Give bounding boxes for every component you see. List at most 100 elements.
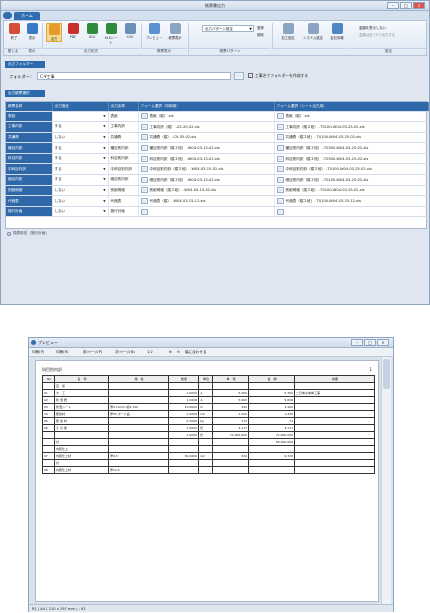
sheet-form-select[interactable]: … 細目別内訳（縦２段） -T0100-W04-03-25-02.xls	[274, 174, 429, 186]
print-form-select[interactable]: … 工事内訳（縦） -02-20-02.xls	[138, 121, 275, 133]
chevron-down-icon[interactable]: ▼	[103, 114, 105, 118]
scroll-thumb[interactable]	[383, 359, 390, 389]
browse-form-button[interactable]: …	[140, 134, 148, 141]
maximize-button[interactable]: □	[400, 2, 412, 9]
print-form-select[interactable]: … 表紙（縦）.xls	[138, 111, 275, 123]
output-name-field[interactable]: 工事内訳	[108, 121, 139, 133]
browse-form-button[interactable]: …	[276, 113, 284, 120]
print-form-select[interactable]: … 別紙明細（縦２段） -W04-03-15-02.xls	[138, 185, 275, 197]
sheet-form-select[interactable]: … 種目別内訳（縦２段） -T0300-W04-03-25-02.xls	[274, 142, 429, 154]
sheet-form-select[interactable]: … 表紙（縦）.xls	[274, 111, 429, 123]
browse-form-button[interactable]: …	[276, 208, 284, 215]
xls-button[interactable]: XLS	[84, 23, 100, 39]
output-spec-select[interactable]: する ▼	[52, 121, 109, 133]
print-form-select[interactable]: … 科目別内訳（縦２段） -W04-03-15-02.xls	[138, 153, 275, 165]
pattern-delete-button[interactable]: 削除	[257, 32, 264, 37]
xls-sheet-button[interactable]: XLSシート	[103, 23, 119, 45]
table-row[interactable]: 代価表 しない ▼ 代価表… 代価表（縦） -W04-03-15-12.xls… 代価表（…	[6, 195, 429, 207]
preview-button[interactable]: プレビュー	[144, 23, 164, 40]
print-form-select[interactable]: …	[138, 206, 275, 218]
zero-amount-option[interactable]: 金額は全て0で出力する	[359, 32, 395, 37]
chevron-down-icon[interactable]: ▼	[103, 177, 105, 181]
browse-form-button[interactable]: …	[140, 208, 148, 215]
system-settings-button[interactable]: システム設定	[300, 23, 326, 40]
exit-button[interactable]: 終了	[6, 23, 22, 40]
sheet-form-select[interactable]: … 代価表（縦２段） -T0100-W04-03-25-12.xls	[274, 195, 429, 207]
fit-width-select[interactable]: 幅に合わせる	[185, 350, 207, 355]
vertical-scrollbar[interactable]	[381, 357, 391, 605]
output-spec-select[interactable]: ▼	[52, 111, 109, 123]
view-button[interactable]: 表示	[24, 23, 40, 40]
minimize-button[interactable]: –	[387, 2, 399, 9]
table-row[interactable]: 共通費 しない ▼ 共通費… 共通費（縦） -C9-35-02.xls… 共通費（縦２段）…	[6, 132, 429, 144]
sheet-form-select[interactable]: … 中科目別内訳（縦２段） -T0100-W04-03-25-02.xls	[274, 163, 429, 176]
folder-input[interactable]: C:¥工事	[37, 72, 231, 80]
table-row[interactable]: 施行計画 しない ▼ 施行計画……	[6, 206, 429, 218]
browse-form-button[interactable]: …	[140, 155, 148, 162]
chevron-down-icon[interactable]: ▼	[103, 199, 105, 203]
table-row[interactable]: 科目内訳 する ▼ 科目別内訳… 科目別内訳（縦２段） -W04-03-15-02.xl…	[6, 153, 429, 165]
output-name-field[interactable]: 代価表	[108, 195, 139, 207]
zoom-in-icon[interactable]: ⊕	[169, 350, 172, 354]
browse-form-button[interactable]: …	[276, 187, 284, 194]
output-spec-select[interactable]: しない ▼	[52, 206, 109, 218]
browse-form-button[interactable]: …	[140, 123, 148, 130]
prev-page-button[interactable]: 前ページ(P)	[83, 350, 102, 355]
print-form-select[interactable]: … 細目別内訳（縦２段） -W04-03-15-02.xls	[138, 174, 275, 186]
table-row[interactable]: 種目内訳 する ▼ 種目別内訳… 種目別内訳（縦２段） -W04-03-15-02.xl…	[6, 142, 429, 154]
browse-form-button[interactable]: …	[140, 198, 148, 205]
browse-form-button[interactable]: …	[140, 113, 148, 120]
print-form-select[interactable]: … 中科目別内訳（縦２段） -W04-03-15-02.xls	[138, 163, 275, 176]
output-name-field[interactable]: 共通費	[108, 132, 139, 144]
browse-form-button[interactable]: …	[276, 198, 284, 205]
hide-amount-option[interactable]: 金額を表示しない	[359, 25, 386, 30]
output-spec-select[interactable]: する ▼	[52, 174, 109, 186]
chevron-down-icon[interactable]: ▼	[103, 156, 105, 160]
sheet-form-select[interactable]: … 工事内訳（縦２段） -T0100-W04-03-25-02.xls	[274, 121, 429, 133]
table-row[interactable]: 中科目内訳 する ▼ 中科目別内訳… 中科目別内訳（縦２段） -W04-03-15-02…	[6, 163, 429, 176]
output-name-field[interactable]: 施行計画	[108, 206, 139, 218]
output-name-field[interactable]: 科目別内訳	[108, 153, 139, 165]
app-menu-icon[interactable]	[3, 12, 12, 19]
report-view-button[interactable]: 帳票表示	[165, 23, 185, 40]
chevron-down-icon[interactable]: ▼	[103, 146, 105, 150]
output-spec-select[interactable]: しない ▼	[52, 185, 109, 197]
browse-form-button[interactable]: …	[140, 145, 148, 152]
print-r-button[interactable]: 印刷(R)	[56, 350, 69, 355]
output-name-field[interactable]: 表紙	[108, 111, 139, 123]
browse-form-button[interactable]: …	[140, 166, 148, 173]
output-name-field[interactable]: 細目別内訳	[108, 174, 139, 186]
output-name-field[interactable]: 別紙明細	[108, 185, 139, 197]
tab-home[interactable]: ホーム	[14, 12, 40, 20]
folder-browse-button[interactable]: …	[234, 72, 244, 80]
next-page-button[interactable]: 次ページ(N)	[115, 350, 135, 355]
browse-form-button[interactable]: …	[276, 134, 284, 141]
table-row[interactable]: 細目内訳 する ▼ 細目別内訳… 細目別内訳（縦２段） -W04-03-15-02.xl…	[6, 174, 429, 186]
footer-note[interactable]: 換算設定（施行計画）	[13, 231, 49, 236]
table-row[interactable]: 別紙明細 しない ▼ 別紙明細… 別紙明細（縦２段） -W04-03-15-02.xls…	[6, 185, 429, 197]
table-row[interactable]: 工事内訳 する ▼ 工事内訳… 工事内訳（縦） -02-20-02.xls… 工事内訳（縦…	[6, 121, 429, 133]
sheet-form-select[interactable]: … 科目別内訳（縦２段） -T0300-W04-03-25-02.xls	[274, 153, 429, 165]
folder-checkbox[interactable]: ✓	[248, 73, 253, 78]
pdf-button[interactable]: PDF	[65, 23, 81, 39]
csv-button[interactable]: CSV	[122, 23, 138, 39]
browse-form-button[interactable]: …	[140, 176, 148, 183]
preview-minimize-button[interactable]: –	[351, 339, 363, 346]
print-form-select[interactable]: … 共通費（縦） -C9-35-02.xls	[138, 132, 275, 144]
chevron-down-icon[interactable]: ▼	[103, 188, 105, 192]
output-name-field[interactable]: 種目別内訳	[108, 142, 139, 154]
pattern-select[interactable]: 出力パターン設定 ▼	[202, 25, 254, 32]
sheet-form-select[interactable]: …	[274, 206, 429, 218]
browse-form-button[interactable]: …	[276, 145, 284, 152]
preview-close-button[interactable]: ×	[377, 339, 389, 346]
chevron-down-icon[interactable]: ▼	[103, 167, 105, 171]
processing-settings-button[interactable]: 加工設定	[276, 23, 300, 40]
sheet-form-select[interactable]: … 別紙明細（縦２段） -T0100-W04-03-25-02.xls	[274, 185, 429, 197]
preview-maximize-button[interactable]: □	[364, 339, 376, 346]
sheet-form-select[interactable]: … 共通費（縦２段） -T0100-W04-03-25-02.xls	[274, 132, 429, 144]
close-button[interactable]: ×	[413, 2, 425, 9]
output-spec-select[interactable]: する ▼	[52, 163, 109, 176]
browse-form-button[interactable]: …	[276, 176, 284, 183]
output-name-field[interactable]: 中科目別内訳	[108, 163, 139, 176]
output-spec-select[interactable]: する ▼	[52, 153, 109, 165]
